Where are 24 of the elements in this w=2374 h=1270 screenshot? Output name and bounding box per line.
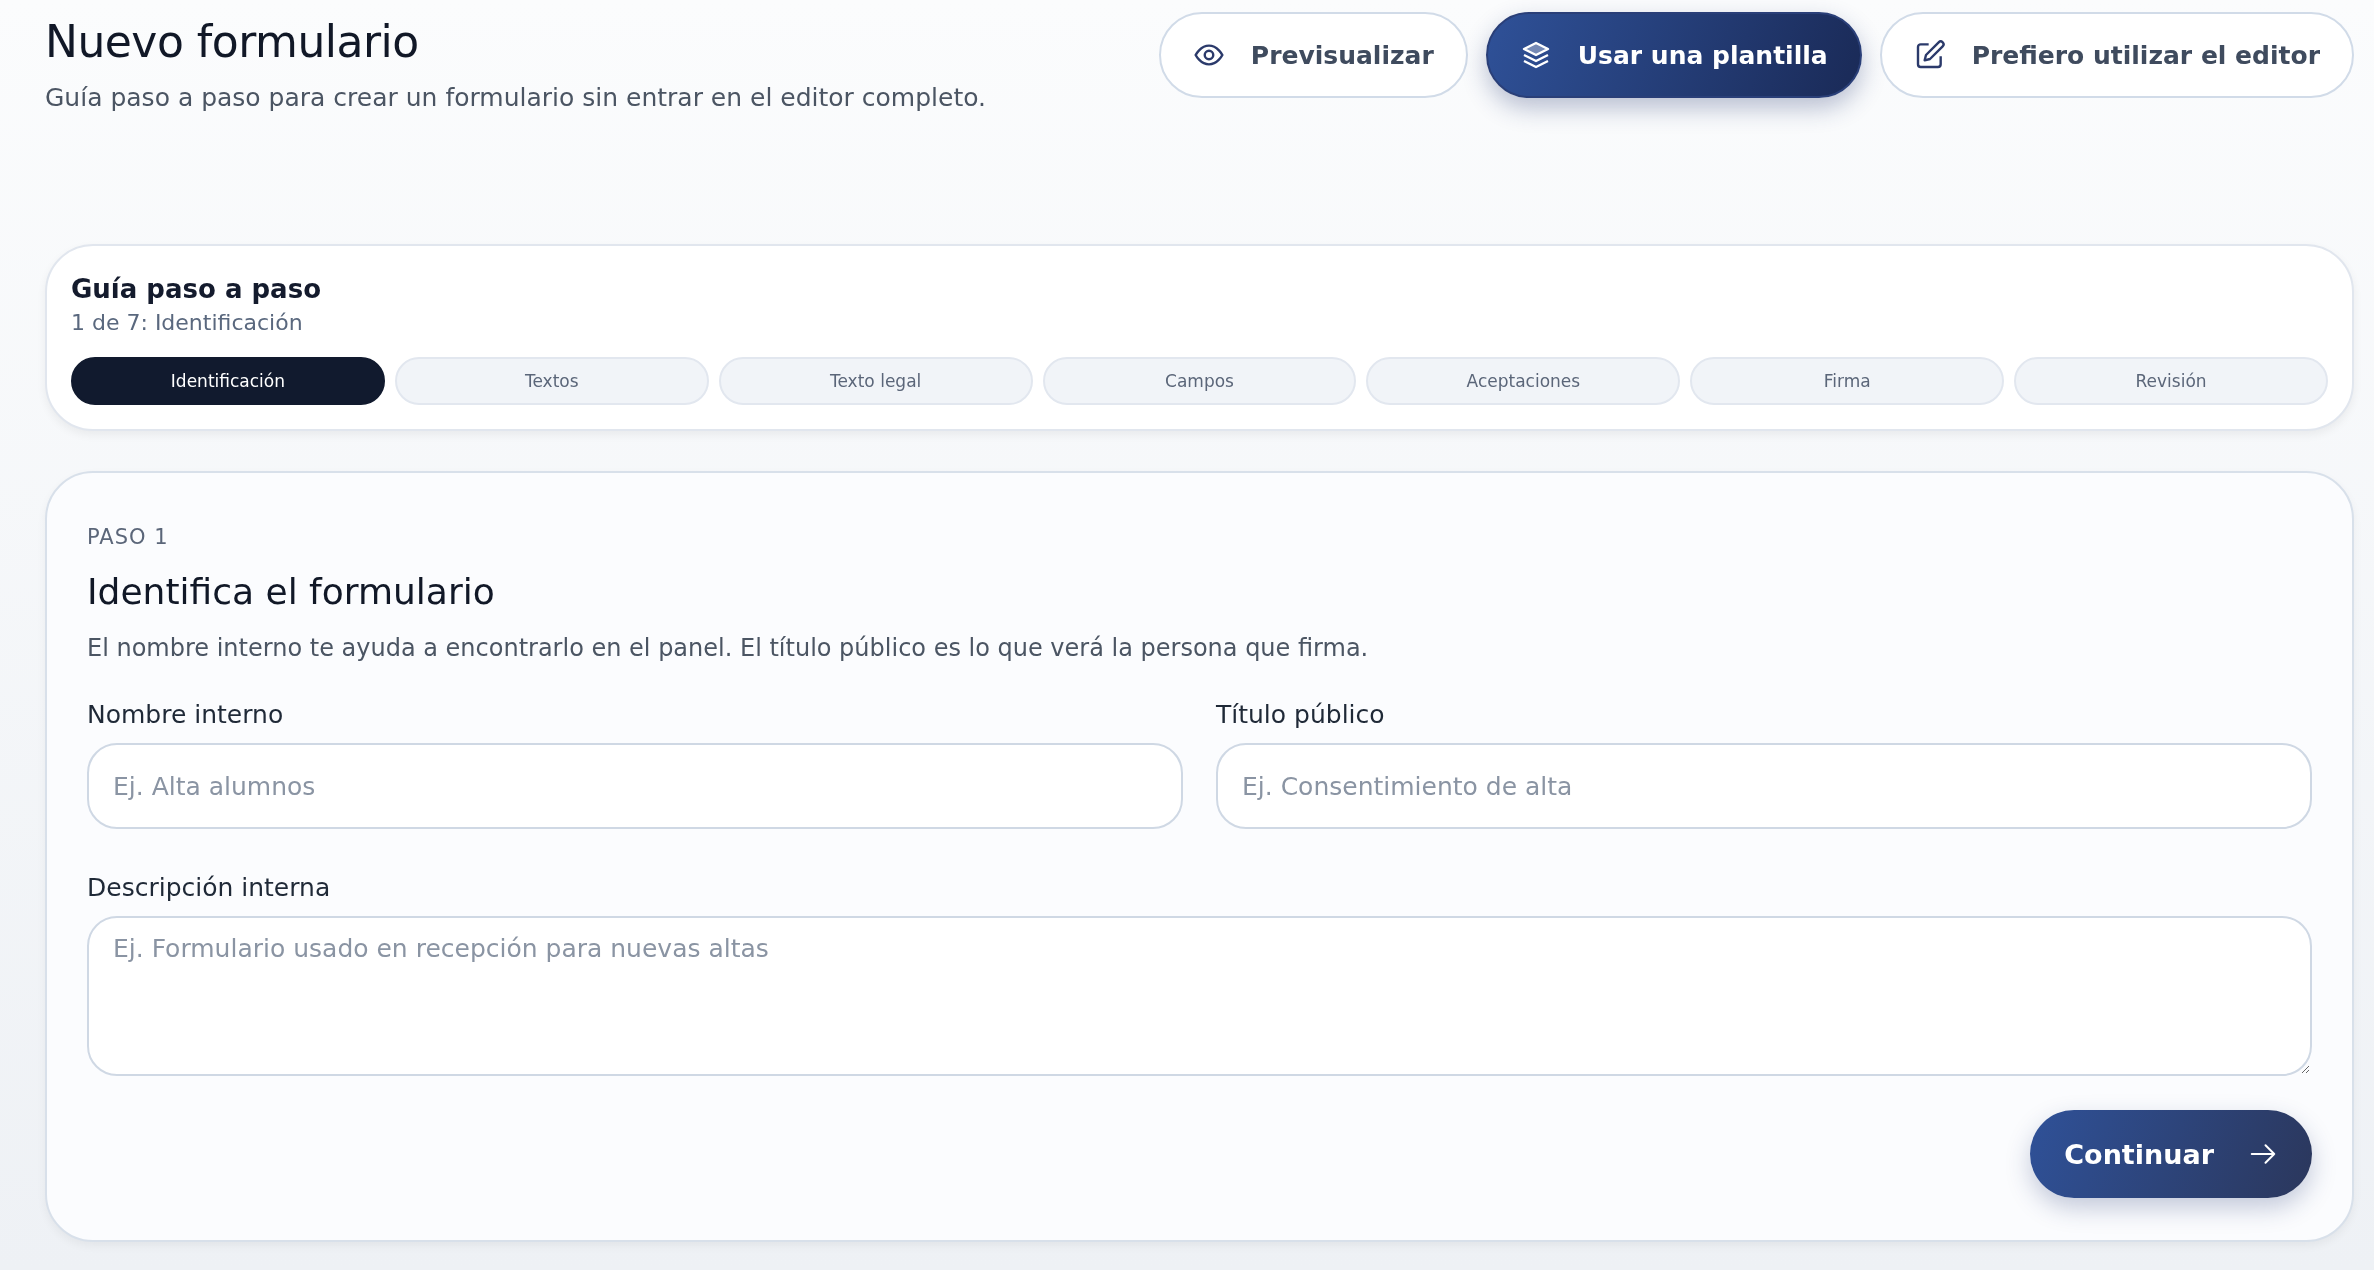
preview-button[interactable]: Previsualizar — [1158, 12, 1468, 98]
editor-button[interactable]: Prefiero utilizar el editor — [1879, 12, 2354, 98]
field-label: Nombre interno — [87, 700, 285, 729]
guide-title: Guía paso a paso — [71, 274, 322, 304]
text-field[interactable]: Ej. Alta alumnos — [87, 743, 1183, 829]
step-number: PASO 1 — [87, 525, 170, 549]
step-tab[interactable]: Firma — [1690, 357, 2005, 405]
step-counter: 1 de 7: Identificación — [71, 310, 304, 335]
step-tab[interactable]: Campos — [1042, 357, 1357, 405]
step-tab[interactable]: Aceptaciones — [1366, 357, 1681, 405]
step-tab[interactable]: Texto legal — [718, 357, 1033, 405]
step-tab[interactable]: Identificación — [71, 357, 385, 405]
field-label: Título público — [1216, 700, 1386, 729]
description-field[interactable]: Ej. Formulario usado en recepción para nuevas altas — [87, 916, 2312, 1076]
field-label: Descripción interna — [87, 873, 332, 902]
step-tab[interactable]: Textos — [394, 357, 709, 405]
continue-button[interactable]: Continuar — [2030, 1110, 2312, 1198]
text-field[interactable]: Ej. Consentimiento de alta — [1216, 743, 2312, 829]
step-title: Identifica el formulario — [87, 571, 496, 612]
step-description: El nombre interno te ayuda a encontrarlo en el panel. El título público es lo que verá la persona que firma. — [87, 634, 1370, 662]
step-tab[interactable]: Revisión — [2014, 357, 2328, 405]
page-subtitle: Guía paso a paso para crear un formulario sin entrar en el editor completo. — [45, 83, 986, 112]
page-title: Nuevo formulario — [45, 16, 420, 67]
template-button[interactable]: Usar una plantilla — [1485, 12, 1862, 98]
